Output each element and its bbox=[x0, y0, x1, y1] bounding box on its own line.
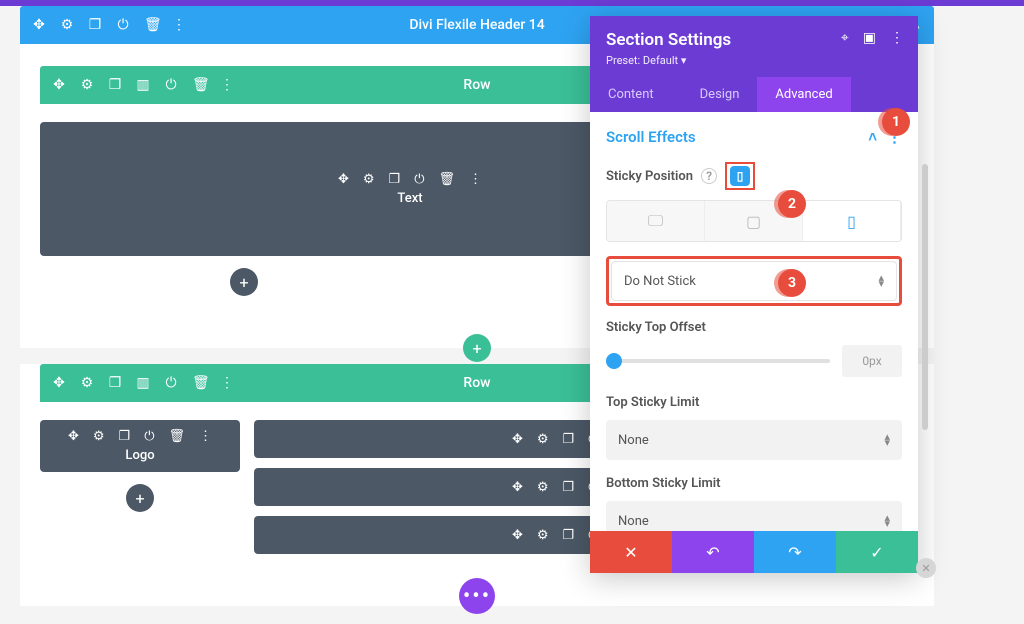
power-icon[interactable]: ⏻ bbox=[164, 376, 178, 390]
duplicate-icon[interactable]: ❐ bbox=[108, 376, 122, 390]
trash-icon[interactable]: 🗑 bbox=[439, 172, 456, 187]
gear-icon[interactable]: ⚙ bbox=[93, 429, 105, 444]
panel-tabs: Content Design Advanced bbox=[590, 77, 918, 112]
undo-button[interactable]: ↶ bbox=[672, 531, 754, 573]
gear-icon[interactable]: ⚙ bbox=[363, 172, 375, 187]
more-icon[interactable]: ⋮ bbox=[220, 78, 234, 92]
save-icon[interactable]: ⏻ bbox=[116, 18, 130, 32]
more-icon[interactable]: ⋮ bbox=[469, 172, 482, 187]
duplicate-icon[interactable]: ❐ bbox=[108, 78, 122, 92]
power-icon[interactable]: ⏻ bbox=[414, 172, 424, 187]
preset-label[interactable]: Preset: Default bbox=[606, 54, 678, 67]
panel-scrollbar[interactable] bbox=[922, 164, 928, 430]
slider-thumb[interactable] bbox=[606, 353, 622, 369]
sticky-position-select[interactable]: Do Not Stick ▴▾ bbox=[611, 261, 897, 301]
panel-action-bar: ✕ ↶ ↷ ✓ bbox=[590, 531, 918, 573]
move-icon[interactable]: ✥ bbox=[32, 18, 46, 32]
sticky-position-label: Sticky Position ? ▯ bbox=[606, 162, 902, 190]
annotation-step-3: 3 bbox=[778, 269, 806, 297]
move-icon[interactable]: ✥ bbox=[68, 429, 79, 444]
gear-icon[interactable]: ⚙ bbox=[80, 376, 94, 390]
builder-more-button[interactable]: ••• bbox=[459, 578, 495, 614]
device-tabs: 🖵 ▢ ▯ bbox=[606, 200, 902, 242]
module-name: Logo bbox=[125, 448, 154, 463]
device-desktop[interactable]: 🖵 bbox=[607, 201, 705, 241]
gear-icon[interactable]: ⚙ bbox=[60, 18, 74, 32]
sticky-top-offset-label: Sticky Top Offset bbox=[606, 320, 902, 335]
move-icon[interactable]: ✥ bbox=[52, 78, 66, 92]
module-name: Text bbox=[397, 191, 422, 206]
tab-advanced[interactable]: Advanced bbox=[757, 77, 850, 112]
cancel-button[interactable]: ✕ bbox=[590, 531, 672, 573]
section-settings-panel: Section Settings Preset: Default ▾ ⌖ ▣ ⋮… bbox=[590, 16, 918, 572]
row-label: Row bbox=[463, 77, 490, 93]
annotation-box-2: ▯ bbox=[725, 162, 755, 190]
add-row-button[interactable]: + bbox=[463, 334, 491, 362]
section-title: Divi Flexile Header 14 bbox=[409, 17, 544, 33]
trash-icon[interactable]: 🗑 bbox=[144, 18, 158, 32]
annotation-step-2: 2 bbox=[778, 190, 806, 218]
top-sticky-limit-select[interactable]: None▴▾ bbox=[606, 420, 902, 460]
more-icon[interactable]: ⋮ bbox=[199, 429, 212, 444]
top-sticky-limit-label: Top Sticky Limit bbox=[606, 395, 902, 410]
phone-icon[interactable]: ▯ bbox=[730, 166, 750, 186]
more-icon[interactable]: ⋮ bbox=[172, 18, 186, 32]
group-title[interactable]: Scroll Effects bbox=[606, 128, 696, 146]
more-icon[interactable]: ⋮ bbox=[890, 30, 904, 46]
tab-design[interactable]: Design bbox=[682, 77, 758, 112]
annotation-box-3: Do Not Stick ▴▾ bbox=[606, 256, 902, 306]
move-icon[interactable]: ✥ bbox=[52, 376, 66, 390]
collapse-icon[interactable]: ˄ bbox=[868, 128, 877, 146]
focus-icon[interactable]: ⌖ bbox=[841, 30, 849, 46]
power-icon[interactable]: ⏻ bbox=[164, 78, 178, 92]
gear-icon[interactable]: ⚙ bbox=[80, 78, 94, 92]
trash-icon[interactable]: 🗑 bbox=[192, 78, 206, 92]
trash-icon[interactable]: 🗑 bbox=[192, 376, 206, 390]
row-label: Row bbox=[463, 375, 490, 391]
duplicate-icon[interactable]: ❐ bbox=[119, 429, 131, 444]
add-module-button[interactable]: + bbox=[126, 484, 154, 512]
save-button[interactable]: ✓ bbox=[836, 531, 918, 573]
add-module-button[interactable]: + bbox=[230, 268, 258, 296]
bottom-sticky-limit-label: Bottom Sticky Limit bbox=[606, 476, 902, 491]
help-icon[interactable]: ? bbox=[701, 168, 717, 184]
device-phone[interactable]: ▯ bbox=[803, 201, 901, 241]
more-icon[interactable]: ⋮ bbox=[220, 376, 234, 390]
redo-button[interactable]: ↷ bbox=[754, 531, 836, 573]
close-panel-button[interactable]: ✕ bbox=[916, 558, 936, 578]
power-icon[interactable]: ⏻ bbox=[144, 429, 154, 444]
duplicate-icon[interactable]: ❐ bbox=[88, 18, 102, 32]
sticky-top-offset-value[interactable]: 0px bbox=[842, 345, 902, 377]
tab-content[interactable]: Content bbox=[590, 77, 672, 112]
sticky-top-offset-slider[interactable] bbox=[606, 359, 830, 363]
annotation-step-1: 1 bbox=[882, 108, 910, 136]
columns-icon[interactable]: ▥ bbox=[136, 376, 150, 390]
caret-icon: ▴▾ bbox=[878, 275, 884, 287]
trash-icon[interactable]: 🗑 bbox=[169, 429, 186, 444]
columns-icon[interactable]: ▥ bbox=[136, 78, 150, 92]
responsive-icon[interactable]: ▣ bbox=[863, 30, 876, 46]
duplicate-icon[interactable]: ❐ bbox=[389, 172, 401, 187]
move-icon[interactable]: ✥ bbox=[338, 172, 349, 187]
module-logo[interactable]: ✥ ⚙ ❐ ⏻ 🗑 ⋮ Logo bbox=[40, 420, 240, 472]
